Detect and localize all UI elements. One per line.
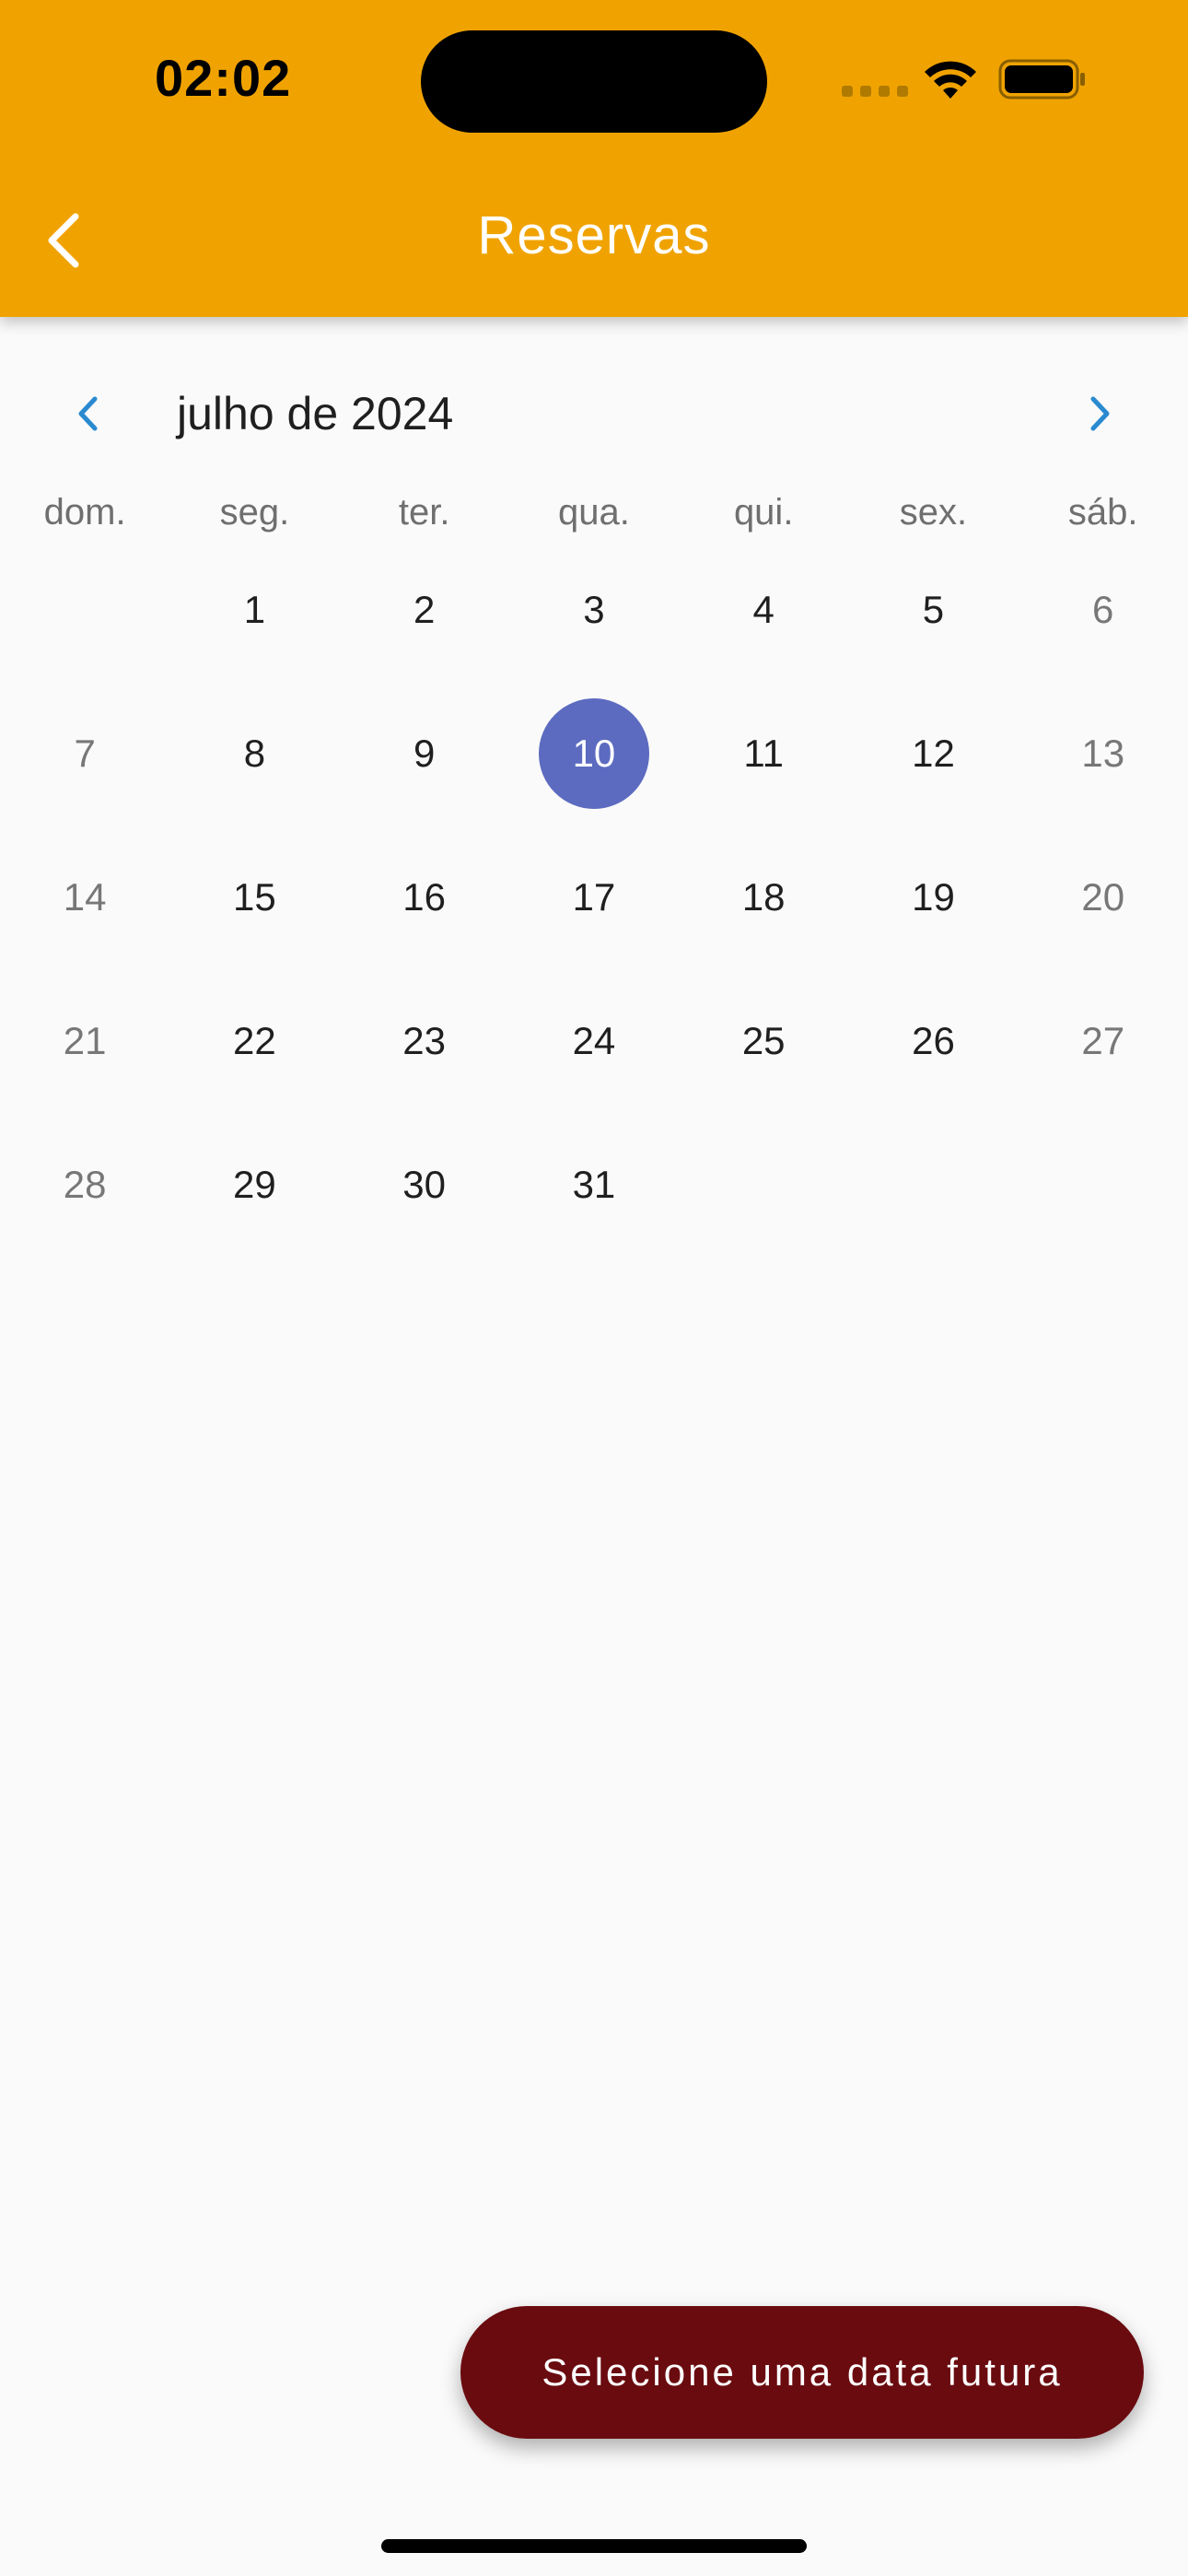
calendar-day[interactable]: 21 <box>0 969 169 1113</box>
day-number: 7 <box>74 732 96 775</box>
month-navigation: julho de 2024 <box>0 372 1188 455</box>
day-number: 5 <box>922 588 945 631</box>
calendar-day-empty <box>848 1113 1018 1257</box>
weekday-label: sex. <box>899 492 968 533</box>
month-label: julho de 2024 <box>177 388 454 439</box>
status-bar-time: 02:02 <box>155 49 292 107</box>
day-number: 31 <box>572 1163 616 1206</box>
dynamic-island <box>421 30 767 133</box>
calendar-day[interactable]: 20 <box>1019 825 1188 969</box>
day-number: 19 <box>912 875 955 919</box>
day-number: 21 <box>63 1019 107 1062</box>
calendar-day[interactable]: 17 <box>509 825 679 969</box>
calendar-day[interactable]: 9 <box>340 682 509 825</box>
calendar-day[interactable]: 14 <box>0 825 169 969</box>
day-number: 20 <box>1081 875 1125 919</box>
day-number: 28 <box>63 1163 107 1206</box>
calendar-day[interactable]: 2 <box>340 538 509 682</box>
calendar-day-empty <box>1019 1113 1188 1257</box>
weekday-label: qua. <box>558 492 630 533</box>
day-number: 18 <box>741 875 786 919</box>
day-number: 6 <box>1092 588 1114 631</box>
day-number: 30 <box>402 1163 447 1206</box>
weekday-label: dom. <box>43 492 126 533</box>
calendar-day-selected[interactable]: 10 <box>509 682 679 825</box>
day-number: 13 <box>1081 732 1125 775</box>
wifi-icon <box>925 61 976 99</box>
day-number: 27 <box>1081 1019 1125 1062</box>
day-number: 3 <box>583 588 605 631</box>
calendar-day[interactable]: 1 <box>169 538 339 682</box>
day-number: 9 <box>413 732 436 775</box>
day-number: 26 <box>912 1019 955 1062</box>
home-indicator[interactable] <box>381 2539 807 2553</box>
app-header: 02:02 Reservas <box>0 0 1188 317</box>
day-number: 4 <box>752 588 775 631</box>
weekday-header: dom. seg. ter. qua. qui. sex. sáb. <box>0 492 1188 533</box>
calendar-day[interactable]: 8 <box>169 682 339 825</box>
calendar-day-empty <box>0 538 169 682</box>
chevron-left-icon <box>78 396 98 431</box>
calendar-day-empty <box>679 1113 848 1257</box>
calendar-day[interactable]: 19 <box>848 825 1018 969</box>
calendar-day[interactable]: 24 <box>509 969 679 1113</box>
day-number: 2 <box>413 588 436 631</box>
day-number: 25 <box>741 1019 786 1062</box>
weekday-label: qui. <box>733 492 794 533</box>
weekday-label: sáb. <box>1067 492 1138 533</box>
day-number: 11 <box>743 732 784 775</box>
calendar-day[interactable]: 25 <box>679 969 848 1113</box>
day-number: 22 <box>233 1019 276 1062</box>
calendar-day[interactable]: 28 <box>0 1113 169 1257</box>
day-number: 17 <box>572 875 616 919</box>
day-number: 8 <box>243 732 266 775</box>
calendar-day[interactable]: 6 <box>1019 538 1188 682</box>
day-number: 12 <box>912 732 955 775</box>
calendar-day[interactable]: 31 <box>509 1113 679 1257</box>
day-number: 23 <box>402 1019 447 1062</box>
next-month-button[interactable] <box>1068 372 1133 455</box>
selected-day-number: 10 <box>538 698 649 809</box>
calendar-day[interactable]: 15 <box>169 825 339 969</box>
day-number: 1 <box>243 588 266 631</box>
cellular-signal-icon <box>842 86 908 97</box>
day-number: 29 <box>233 1163 276 1206</box>
weekday-label: ter. <box>398 492 450 533</box>
day-number: 16 <box>402 875 447 919</box>
battery-icon <box>998 59 1085 100</box>
calendar-day[interactable]: 13 <box>1019 682 1188 825</box>
calendar-day[interactable]: 18 <box>679 825 848 969</box>
calendar-day[interactable]: 27 <box>1019 969 1188 1113</box>
calendar-day[interactable]: 4 <box>679 538 848 682</box>
calendar-day[interactable]: 16 <box>340 825 509 969</box>
reservas-screen: 02:02 Reservas julho de 2024 dom. seg. t… <box>0 0 1188 2576</box>
day-number: 24 <box>572 1019 616 1062</box>
calendar-day[interactable]: 30 <box>340 1113 509 1257</box>
calendar-day[interactable]: 7 <box>0 682 169 825</box>
calendar-day[interactable]: 26 <box>848 969 1018 1113</box>
calendar-day[interactable]: 11 <box>679 682 848 825</box>
calendar-day[interactable]: 3 <box>509 538 679 682</box>
weekday-label: seg. <box>219 492 290 533</box>
snackbar-message: Selecione uma data futura <box>460 2306 1144 2439</box>
calendar-day[interactable]: 23 <box>340 969 509 1113</box>
calendar-day[interactable]: 22 <box>169 969 339 1113</box>
day-number: 14 <box>63 875 107 919</box>
page-title: Reservas <box>477 205 711 265</box>
calendar-day[interactable]: 5 <box>848 538 1018 682</box>
day-number: 15 <box>233 875 276 919</box>
calendar-day[interactable]: 12 <box>848 682 1018 825</box>
calendar-day[interactable]: 29 <box>169 1113 339 1257</box>
chevron-right-icon <box>1090 396 1110 431</box>
days-grid: 1 2 3 4 5 6 7 8 9 10 11 12 13 14 15 16 1… <box>0 538 1188 1257</box>
previous-month-button[interactable] <box>55 372 120 455</box>
